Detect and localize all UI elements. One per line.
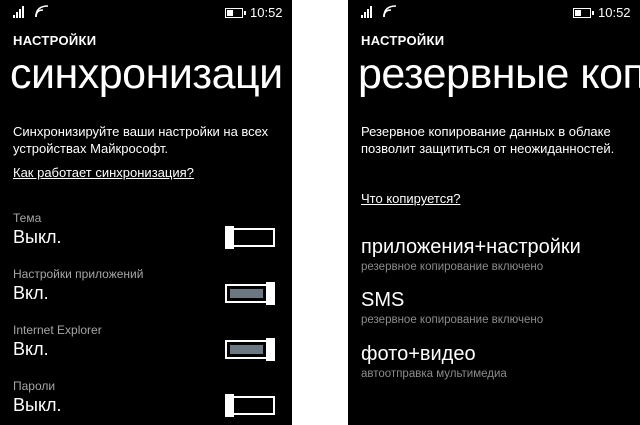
setting-label: Тема bbox=[13, 211, 42, 225]
passwords-toggle[interactable] bbox=[225, 394, 275, 417]
theme-toggle[interactable] bbox=[225, 226, 275, 249]
setting-value: Выкл. bbox=[13, 395, 62, 415]
item-subtitle: автоотправка мультимедиа bbox=[361, 368, 507, 380]
page-title: резервные коп bbox=[358, 50, 640, 98]
setting-app-settings: Настройки приложений Вкл. bbox=[13, 267, 281, 313]
item-title: приложения+настройки bbox=[361, 236, 581, 258]
clock: 10:52 bbox=[250, 5, 283, 20]
setting-label: Internet Explorer bbox=[13, 323, 102, 337]
page-title: синхронизаци bbox=[10, 50, 283, 98]
item-title: фото+видео bbox=[361, 343, 476, 365]
app-title: НАСТРОЙКИ bbox=[13, 33, 97, 48]
status-bar: 10:52 bbox=[348, 4, 640, 20]
backup-item-apps-settings[interactable]: приложения+настройки резервное копирован… bbox=[361, 236, 581, 273]
setting-passwords: Пароли Выкл. bbox=[13, 379, 281, 425]
item-title: SMS bbox=[361, 289, 405, 311]
setting-theme: Тема Выкл. bbox=[13, 211, 281, 257]
what-is-backed-up-link[interactable]: Что копируется? bbox=[361, 191, 461, 206]
backup-description: Резервное копирование данных в облаке по… bbox=[361, 124, 615, 156]
item-subtitle: резервное копирование включено bbox=[361, 314, 544, 326]
backup-item-sms[interactable]: SMS резервное копирование включено bbox=[361, 289, 543, 326]
setting-value: Выкл. bbox=[13, 227, 62, 247]
setting-value: Вкл. bbox=[13, 339, 49, 359]
signal-strength-icon bbox=[13, 6, 27, 18]
internet-explorer-toggle[interactable] bbox=[225, 338, 275, 361]
battery-icon bbox=[573, 8, 594, 18]
battery-icon bbox=[225, 8, 246, 18]
wifi-icon bbox=[35, 5, 49, 18]
app-title: НАСТРОЙКИ bbox=[361, 33, 445, 48]
setting-internet-explorer: Internet Explorer Вкл. bbox=[13, 323, 281, 369]
clock: 10:52 bbox=[598, 5, 631, 20]
sync-description: Синхронизируйте ваши настройки на всех у… bbox=[13, 124, 269, 156]
setting-label: Пароли bbox=[13, 379, 56, 393]
backup-item-photos-videos[interactable]: фото+видео автоотправка мультимедиа bbox=[361, 343, 507, 380]
setting-value: Вкл. bbox=[13, 283, 49, 303]
app-settings-toggle[interactable] bbox=[225, 282, 275, 305]
setting-label: Настройки приложений bbox=[13, 267, 144, 281]
backup-settings-screen: 10:52 НАСТРОЙКИ резервные коп Резервное … bbox=[348, 0, 640, 425]
status-bar: 10:52 bbox=[0, 4, 292, 20]
how-sync-works-link[interactable]: Как работает синхронизация? bbox=[13, 165, 194, 180]
signal-strength-icon bbox=[361, 6, 375, 18]
sync-settings-screen: 10:52 НАСТРОЙКИ синхронизаци Синхронизир… bbox=[0, 0, 292, 425]
wifi-icon bbox=[383, 5, 397, 18]
item-subtitle: резервное копирование включено bbox=[361, 261, 544, 273]
